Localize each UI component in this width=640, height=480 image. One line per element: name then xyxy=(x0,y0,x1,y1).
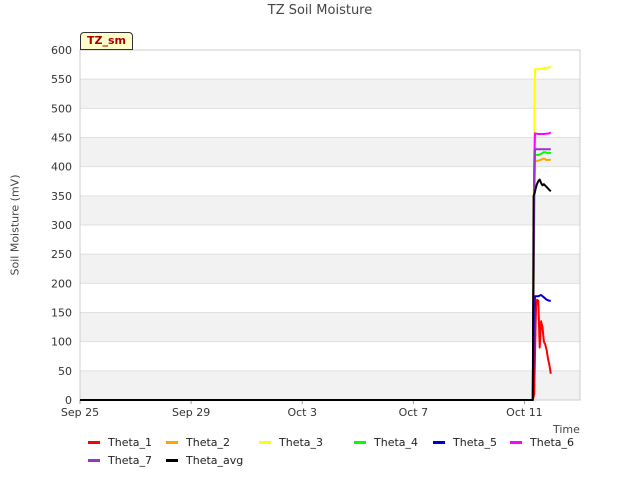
x-tick-label: Oct 3 xyxy=(287,406,317,419)
legend-item-theta-6: Theta_6 xyxy=(510,434,574,450)
legend-label: Theta_6 xyxy=(530,435,575,449)
legend-label: Theta_4 xyxy=(374,435,419,449)
x-tick-label: Sep 29 xyxy=(172,406,210,419)
legend-swatch xyxy=(166,440,178,444)
y-tick-label: 400 xyxy=(51,161,72,174)
legend-item-theta-4: Theta_4 xyxy=(354,434,418,450)
legend-swatch xyxy=(510,440,522,444)
legend-item-theta-2: Theta_2 xyxy=(166,434,230,450)
y-tick-label: 50 xyxy=(58,365,72,378)
legend-item-theta-1: Theta_1 xyxy=(88,434,152,450)
legend-swatch xyxy=(88,440,100,444)
legend-label: Theta_5 xyxy=(453,435,498,449)
plot-area: 050100150200250300350400450500550600Sep … xyxy=(51,44,581,419)
legend-label: Theta_avg xyxy=(186,453,244,467)
y-tick-label: 550 xyxy=(51,73,72,86)
legend-label: Theta_7 xyxy=(108,453,153,467)
legend-swatch xyxy=(88,458,100,462)
chart-tag-label: TZ_sm xyxy=(80,32,133,50)
y-tick-label: 250 xyxy=(51,248,72,261)
legend-item-theta-5: Theta_5 xyxy=(433,434,497,450)
legend-item-theta-7: Theta_7 xyxy=(88,452,152,468)
x-tick-label: Oct 7 xyxy=(399,406,429,419)
y-tick-label: 500 xyxy=(51,102,72,115)
legend-label: Theta_1 xyxy=(108,435,153,449)
legend-swatch xyxy=(433,440,445,444)
x-tick-label: Sep 25 xyxy=(61,406,99,419)
legend-label: Theta_3 xyxy=(279,435,324,449)
y-tick-label: 450 xyxy=(51,132,72,145)
series-line-theta-3 xyxy=(80,65,552,401)
grid-band xyxy=(80,254,580,284)
legend-swatch xyxy=(166,458,178,462)
y-tick-label: 100 xyxy=(51,336,72,349)
grid-band xyxy=(80,312,580,342)
grid-band xyxy=(80,195,580,225)
legend-item-theta-3: Theta_3 xyxy=(259,434,323,450)
y-tick-label: 300 xyxy=(51,219,72,232)
legend-swatch xyxy=(259,440,271,444)
legend-swatch xyxy=(354,440,366,444)
y-tick-label: 350 xyxy=(51,190,72,203)
y-tick-label: 150 xyxy=(51,307,72,320)
grid-band xyxy=(80,137,580,167)
grid-band xyxy=(80,370,580,400)
grid-band xyxy=(80,79,580,109)
legend-label: Theta_2 xyxy=(186,435,231,449)
y-tick-label: 600 xyxy=(51,44,72,57)
x-tick-label: Oct 11 xyxy=(506,406,543,419)
legend-item-theta-avg: Theta_avg xyxy=(166,452,243,468)
chart-container: TZ Soil Moisture Soil Moisture (mV) 0 50 1… xyxy=(0,0,640,480)
y-tick-label: 200 xyxy=(51,277,72,290)
